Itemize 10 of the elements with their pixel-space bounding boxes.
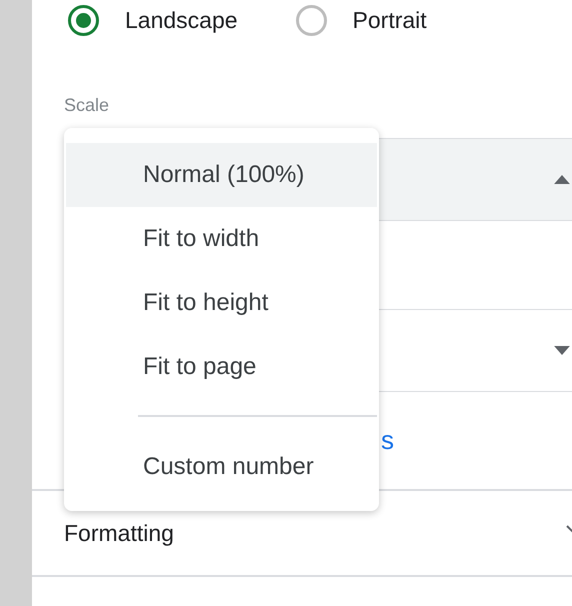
- menu-item[interactable]: Fit to height: [66, 271, 377, 335]
- menu-item[interactable]: Fit to width: [66, 207, 377, 271]
- radio-option[interactable]: Landscape: [68, 4, 238, 36]
- menu-item[interactable]: Normal (100%): [66, 143, 377, 207]
- link[interactable]: s: [381, 425, 394, 456]
- radio-button[interactable]: [296, 4, 327, 36]
- radio-button[interactable]: [68, 4, 99, 36]
- menu-item[interactable]: Fit to page: [66, 335, 377, 399]
- field-label: Scale: [63, 95, 110, 117]
- radio-option[interactable]: Portrait: [296, 4, 427, 36]
